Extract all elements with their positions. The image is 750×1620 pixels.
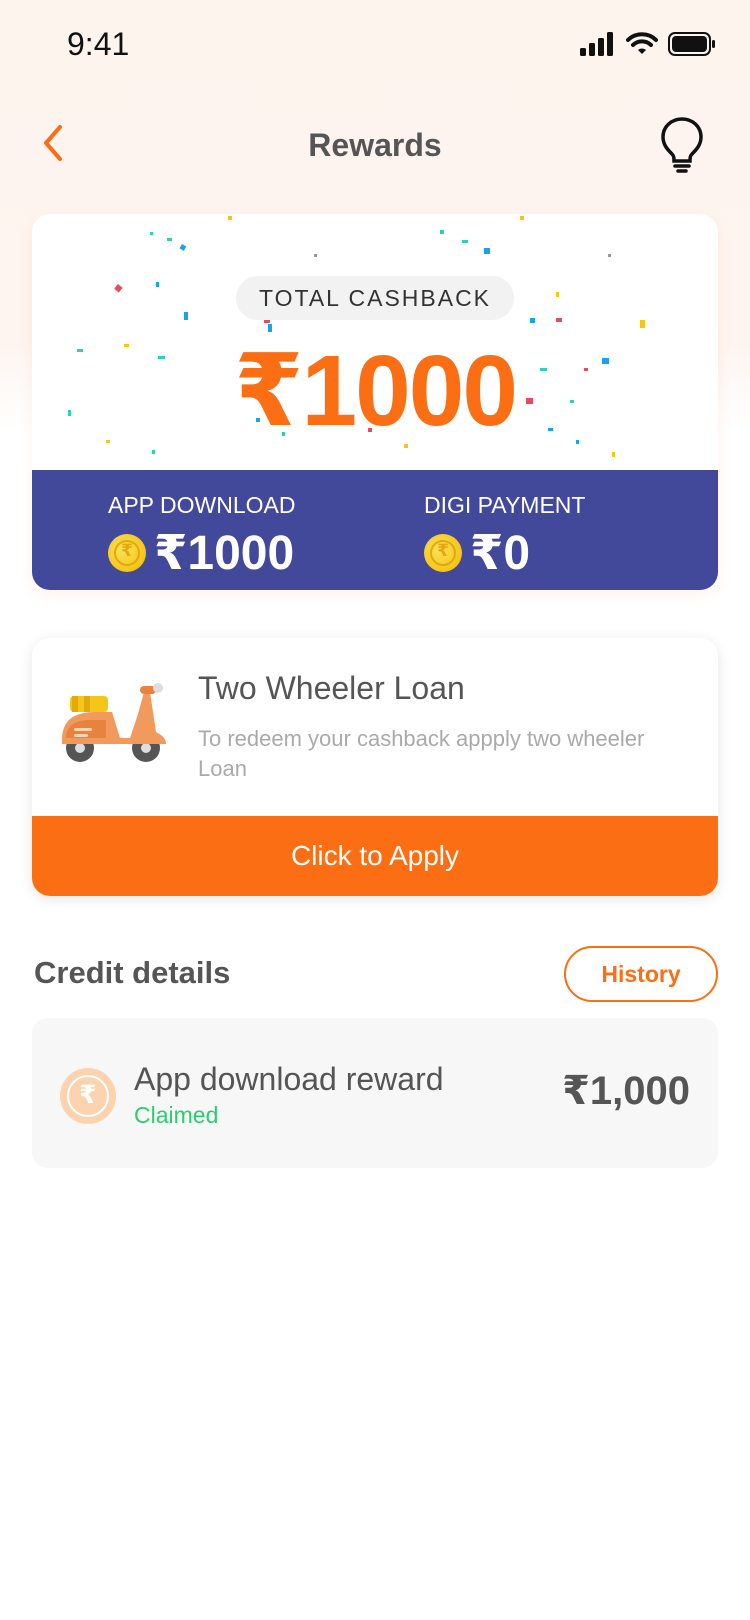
status-time: 9:41 [67,26,130,62]
digi-payment-amount: ₹0 [470,527,531,580]
app-download-amount: ₹1000 [154,527,295,580]
credit-details-heading: Credit details [34,955,231,990]
total-cashback-amount: ₹1000 [233,335,518,447]
rupee-icon: ₹ [60,1068,116,1124]
loan-description: To redeem your cashback appply two wheel… [198,726,645,781]
two-wheeler-loan-card: Two Wheeler Loan To redeem your cashback… [32,638,718,896]
page-title: Rewards [308,127,442,163]
total-cashback-label: TOTAL CASHBACK [236,276,514,320]
history-button[interactable]: History [564,946,718,1002]
app-download-label: APP DOWNLOAD [108,492,296,518]
digi-payment-block: DIGI PAYMENT ₹ ₹0 [424,492,585,581]
loan-title: Two Wheeler Loan [198,670,465,706]
app-download-block: APP DOWNLOAD ₹ ₹1000 [108,492,295,581]
coin-icon: ₹ [108,534,146,572]
lightbulb-icon [661,117,703,173]
tips-button[interactable] [658,115,706,175]
apply-button[interactable]: Click to Apply [32,816,718,896]
battery-icon [668,32,715,56]
list-item[interactable]: ₹ App download reward Claimed ₹1,000 [32,1018,718,1168]
cashback-breakdown: APP DOWNLOAD ₹ ₹1000 DIGI PAYMENT ₹ ₹0 [32,470,718,590]
status-icons [580,32,716,56]
cellular-signal-icon [580,32,613,56]
nav-bar: Rewards [0,105,750,185]
reward-status: Claimed [134,1102,219,1128]
total-cashback-card: TOTAL CASHBACK ₹1000 APP DOWNLOAD ₹ ₹100… [32,214,718,590]
coin-icon: ₹ [424,534,462,572]
digi-payment-label: DIGI PAYMENT [424,492,586,518]
status-bar: 9:41 [0,0,750,90]
reward-amount: ₹1,000 [562,1069,690,1113]
reward-name: App download reward [134,1061,444,1097]
scooter-icon [62,683,166,762]
wifi-icon [626,32,658,54]
